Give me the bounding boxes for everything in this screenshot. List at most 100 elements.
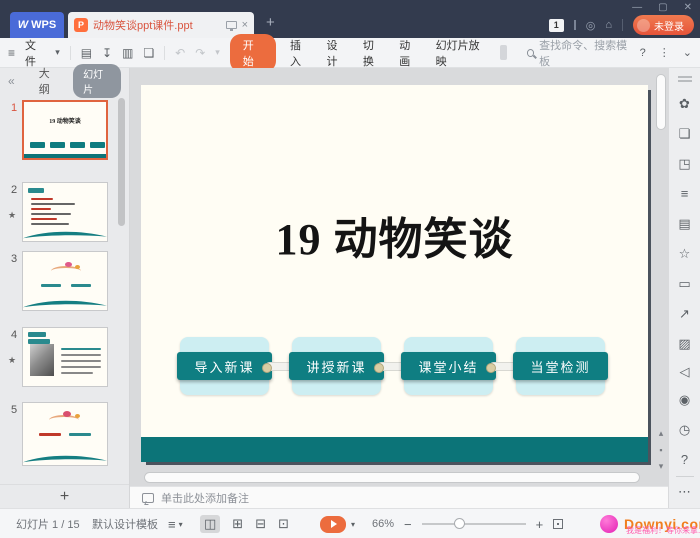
next-slide-icon[interactable]: ▾ [659,461,664,472]
notes-toggle-icon[interactable]: ≡ [168,517,176,532]
collapse-panel-icon[interactable]: « [8,74,15,88]
object-properties-icon[interactable]: ✿ [669,96,700,112]
rail-drag-handle[interactable] [678,76,692,78]
play-slideshow-button[interactable] [320,516,346,533]
tab-overflow-handle[interactable] [500,45,506,60]
print-icon[interactable]: ▥ [122,46,133,60]
animation-star-icon: ★ [8,355,16,366]
picture-icon[interactable]: ▨ [669,336,700,352]
audio-icon[interactable]: ◁ [669,364,700,380]
button-label: 讲授新课 [306,357,366,376]
rail-more-icon[interactable]: ⋯ [669,484,700,500]
skin-icon[interactable]: ⌂ [605,19,612,31]
login-button[interactable]: 未登录 [633,15,694,35]
slide-thumbnail-4[interactable] [22,327,108,387]
zoom-level[interactable]: 66% [372,509,394,538]
scroll-up-icon[interactable]: ▴ [659,428,664,439]
undo-icon[interactable]: ↶ [175,46,185,60]
tab-slides[interactable]: 幻灯片 [73,64,121,98]
thumbnail-scrollbar[interactable] [118,98,125,226]
template-name[interactable]: 默认设计模板 [92,509,158,538]
command-search[interactable]: 查找命令、搜索模板 [527,37,630,69]
button-label: 当堂检测 [530,357,590,376]
slide-thumbnail-2[interactable] [22,182,108,242]
button-label: 导入新课 [194,357,254,376]
tab-monitor-icon[interactable] [226,21,237,29]
horizontal-scrollbar[interactable] [144,472,640,483]
update-count-badge[interactable]: 1 [549,19,564,32]
wps-home-tab[interactable]: W WPS [10,12,64,38]
window-minimize-button[interactable]: — [632,2,642,14]
thumb-shape [70,142,85,148]
vertical-scrollbar[interactable] [656,74,666,130]
watermark-logo [600,515,618,533]
view-reading-icon[interactable]: ⊟ [255,516,266,532]
slide-nav-button-1[interactable]: 导入新课 [180,337,269,395]
ink-icon[interactable]: ◉ [669,392,700,408]
tab-design[interactable]: 设计 [326,37,345,69]
save-icon[interactable]: ▤ [81,46,92,60]
window-maximize-button[interactable]: ▢ [658,2,667,14]
slide-nav-button-3[interactable]: 课堂小结 [404,337,493,395]
thumb-shape [31,223,69,225]
slide-layout-icon[interactable]: ❏ [669,126,700,142]
thumb-shape [31,203,75,205]
thumb-shape [61,366,101,368]
more-vertical-icon[interactable]: ⋮ [659,46,670,59]
fit-screen-icon[interactable] [553,519,563,529]
slide-nav-button-4[interactable]: 当堂检测 [516,337,605,395]
document-tab[interactable]: P 动物笑谈ppt课件.ppt × [68,12,254,38]
textbox-icon[interactable]: ▭ [669,276,700,292]
help-icon[interactable]: ? [640,47,646,59]
notes-bar[interactable]: 单击此处添加备注 [130,486,668,508]
zoom-in-icon[interactable]: + [536,517,544,532]
slide-thumbnail-3[interactable] [22,251,108,311]
previous-slide-icon[interactable]: ▪ [659,445,662,455]
file-menu[interactable]: 文件 [25,37,45,69]
search-placeholder: 查找命令、搜索模板 [539,37,630,69]
slide-canvas[interactable]: 19 动物笑谈 导入新课 讲授新课 课堂小结 当堂检测 [141,85,648,462]
window-close-button[interactable]: ✕ [684,2,692,14]
collapse-ribbon-icon[interactable]: ⌄ [683,46,692,59]
export-icon[interactable]: ↧ [102,46,112,60]
zoom-slider-handle[interactable] [454,518,465,529]
new-tab-button[interactable]: + [266,14,275,31]
image-library-icon[interactable]: ▤ [669,216,700,232]
tab-transition[interactable]: 切换 [363,37,382,69]
slide-thumbnail-1[interactable]: 19 动物笑谈 [22,100,108,160]
tab-slideshow[interactable]: 幻灯片放映 [436,37,485,69]
share-icon[interactable]: ↗ [669,306,700,322]
redo-icon[interactable]: ↷ [195,46,205,60]
thumb-shape [28,188,44,193]
view-slideshow-icon[interactable]: ⊡ [278,516,289,532]
tab-insert[interactable]: 插入 [290,37,309,69]
tab-close-icon[interactable]: × [242,19,248,31]
favorites-icon[interactable]: ☆ [669,246,700,262]
slide-nav-button-2[interactable]: 讲授新课 [292,337,381,395]
message-icon[interactable]: ◎ [586,19,596,32]
add-slide-button[interactable]: + [0,484,129,508]
view-sorter-icon[interactable]: ⊞ [232,516,243,532]
shape-effects-icon[interactable]: ◳ [669,156,700,172]
tab-animation[interactable]: 动画 [399,37,418,69]
print-preview-icon[interactable]: ❏ [143,46,154,60]
history-icon[interactable]: ◷ [669,422,700,438]
thumb-shape [69,433,91,436]
undo-caret-icon[interactable]: ▾ [215,47,220,58]
hamburger-icon[interactable]: ≡ [8,46,15,60]
zoom-slider[interactable] [422,523,526,525]
notes-toggle-caret-icon[interactable]: ▾ [179,520,183,529]
zoom-out-icon[interactable]: − [404,517,412,532]
slide-counter: 幻灯片 1 / 15 [16,509,80,538]
rail-help-icon[interactable]: ? [669,452,700,467]
file-menu-caret-icon[interactable]: ▾ [55,47,60,58]
thumb-illustration [75,414,80,418]
adjust-sliders-icon[interactable]: ≡ [669,186,700,201]
tab-outline[interactable]: 大纲 [39,65,59,97]
tab-home[interactable]: 开始 [230,34,276,72]
slide-thumbnail-5[interactable] [22,402,108,466]
play-caret-icon[interactable]: ▾ [351,520,355,529]
view-normal-icon[interactable]: ◫ [200,515,220,533]
animation-star-icon: ★ [8,210,16,221]
slide-title[interactable]: 19 动物笑谈 [141,203,648,267]
